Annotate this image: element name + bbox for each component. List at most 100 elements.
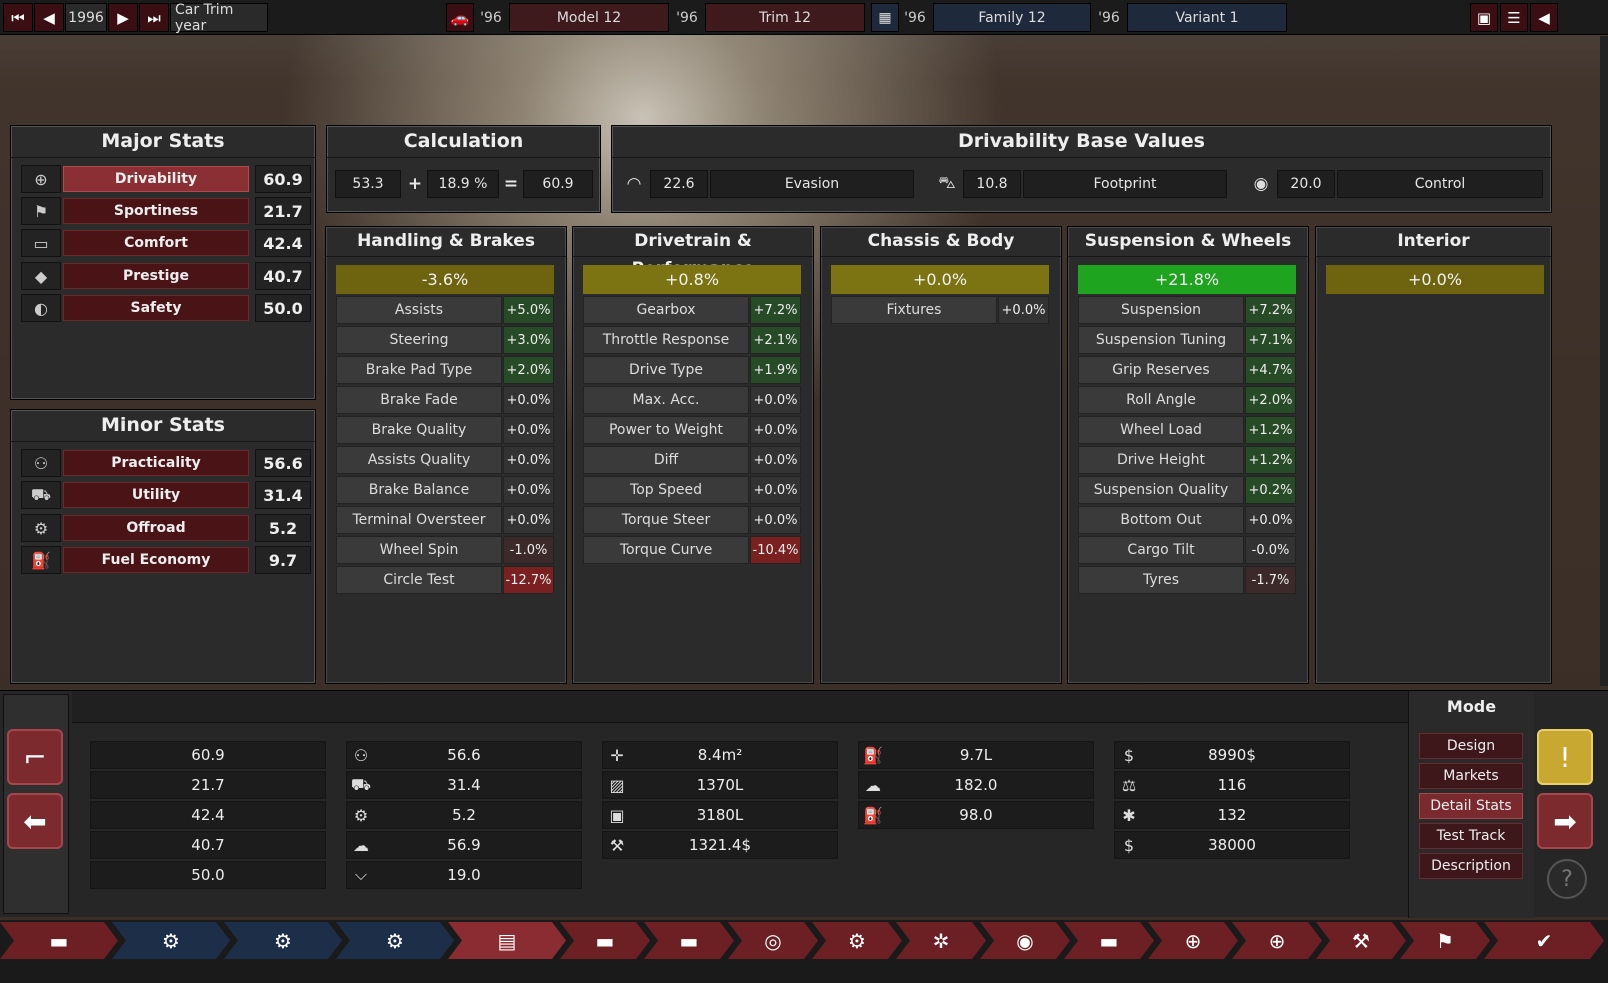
model-selector[interactable]: Model 12 [509, 3, 669, 32]
nav-frame-icon[interactable]: ▬ [644, 922, 734, 959]
mode-markets-button[interactable]: Markets [1419, 763, 1523, 789]
stat-row-utility[interactable]: ⛟ Utility 31.4 [11, 481, 317, 509]
factor-row: Gearbox +7.2% [583, 296, 801, 324]
factor-value: +7.1% [1245, 326, 1296, 354]
stat-row-offroad[interactable]: ⚙ Offroad 5.2 [11, 514, 317, 542]
back-arrow-icon[interactable]: ⬅ [7, 793, 63, 849]
nav-engine-family-icon[interactable]: ⚙ [112, 922, 230, 959]
factor-value: +2.1% [750, 326, 801, 354]
summary-value: 42.4 [90, 801, 326, 829]
year-field[interactable]: 1996 [65, 3, 107, 32]
nav-engine-tune-icon[interactable]: ⚙ [336, 922, 454, 959]
factor-value: +0.0% [750, 386, 801, 414]
practicality-button[interactable]: Practicality [63, 450, 249, 476]
graph-icon[interactable]: ⌐ [7, 729, 63, 785]
factor-row: Drive Height +1.2% [1078, 446, 1296, 474]
factor-row: Top Speed +0.0% [583, 476, 801, 504]
warning-icon[interactable]: ! [1537, 729, 1593, 785]
factor-name: Brake Quality [336, 416, 502, 444]
column-title: Interior [1316, 227, 1551, 257]
summary-value: 3180L [602, 801, 838, 829]
stat-row-drivability[interactable]: ⊕ Drivability 60.9 [11, 165, 317, 193]
summary-value: 98.0 [858, 801, 1094, 829]
stat-row-prestige[interactable]: ◆ Prestige 40.7 [11, 262, 317, 290]
nav-drivetrain-icon[interactable]: ⚙ [812, 922, 902, 959]
factor-row: Wheel Load +1.2% [1078, 416, 1296, 444]
fuel-economy-button[interactable]: Fuel Economy [63, 547, 249, 573]
nav-chassis-icon[interactable]: ▬ [560, 922, 650, 959]
camera-icon[interactable]: ▣ [1470, 3, 1498, 32]
nav-safety-icon[interactable]: ⊕ [1232, 922, 1322, 959]
family-year: '96 [904, 9, 926, 26]
next-arrow-icon[interactable]: ➡ [1537, 793, 1593, 849]
factor-name: Assists Quality [336, 446, 502, 474]
nav-interior-icon[interactable]: ⊕ [1148, 922, 1238, 959]
stat-row-practicality[interactable]: ⚇ Practicality 56.6 [11, 449, 317, 477]
offroad-button[interactable]: Offroad [63, 515, 249, 541]
utility-button[interactable]: Utility [63, 482, 249, 508]
truck-icon: ⛟ [21, 481, 61, 509]
safety-button[interactable]: Safety [63, 295, 249, 321]
next-year-icon[interactable]: ▶ [108, 3, 138, 32]
stat-row-comfort[interactable]: ▭ Comfort 42.4 [11, 229, 317, 257]
first-year-icon[interactable]: ⏮ [3, 3, 33, 32]
factor-name: Max. Acc. [583, 386, 749, 414]
nav-confirm-icon[interactable]: ✔ [1484, 922, 1604, 959]
family-selector[interactable]: Family 12 [933, 3, 1091, 32]
nav-engine-parts-icon[interactable]: ⚙ [224, 922, 342, 959]
factor-name: Suspension Tuning [1078, 326, 1244, 354]
nav-wheels-icon[interactable]: ✲ [896, 922, 986, 959]
scrollbar[interactable] [1600, 36, 1608, 686]
model-year: '96 [480, 9, 502, 26]
dimensions-icon: ✛ [610, 745, 624, 765]
summary-value: 21.7 [90, 771, 326, 799]
calc-base-value: 53.3 [335, 170, 401, 198]
factor-value: -10.4% [750, 536, 801, 564]
evasion-icon: ◠ [626, 174, 642, 194]
factor-value: +0.0% [503, 446, 554, 474]
offroad-car-icon: ⚙ [353, 805, 369, 825]
factor-value: -1.0% [503, 536, 554, 564]
trim-selector[interactable]: Trim 12 [705, 3, 865, 32]
factor-value: +2.0% [1245, 386, 1296, 414]
variant-selector[interactable]: Variant 1 [1127, 3, 1287, 32]
nav-suspension-icon[interactable]: ◎ [728, 922, 818, 959]
factor-name: Brake Balance [336, 476, 502, 504]
summary-value: 116 [1114, 771, 1350, 799]
prev-year-icon[interactable]: ◀ [34, 3, 64, 32]
comfort-value: 42.4 [255, 229, 311, 257]
stat-row-fuel-economy[interactable]: ⛽ Fuel Economy 9.7 [11, 546, 317, 574]
nav-trim-stats-icon[interactable]: ▤ [448, 922, 566, 959]
last-year-icon[interactable]: ⏭ [139, 3, 169, 32]
prestige-button[interactable]: Prestige [63, 263, 249, 289]
menu-list-icon[interactable]: ☰ [1500, 3, 1528, 32]
stat-row-sportiness[interactable]: ⚑ Sportiness 21.7 [11, 197, 317, 225]
column-title: Chassis & Body [821, 227, 1061, 257]
column-title: Handling & Brakes [326, 227, 566, 257]
stat-row-safety[interactable]: ◐ Safety 50.0 [11, 294, 317, 322]
drivability-button[interactable]: Drivability [63, 166, 249, 192]
factor-value: +3.0% [503, 326, 554, 354]
back-icon[interactable]: ◀ [1530, 3, 1558, 32]
nav-brakes-icon[interactable]: ◉ [980, 922, 1070, 959]
factor-name: Circle Test [336, 566, 502, 594]
mode-test-track-button[interactable]: Test Track [1419, 823, 1523, 849]
factor-row: Assists Quality +0.0% [336, 446, 554, 474]
nav-flag-icon[interactable]: ⚑ [1400, 922, 1490, 959]
nav-aero-icon[interactable]: ▬ [1064, 922, 1154, 959]
comfort-button[interactable]: Comfort [63, 230, 249, 256]
sportiness-button[interactable]: Sportiness [63, 198, 249, 224]
summary-value: 60.9 [90, 741, 326, 769]
mode-design-button[interactable]: Design [1419, 733, 1523, 759]
nav-car-body-icon[interactable]: ▬ [0, 922, 118, 959]
factor-name: Bottom Out [1078, 506, 1244, 534]
summary-value: 132 [1114, 801, 1350, 829]
mode-detail-stats-button[interactable]: Detail Stats [1419, 793, 1523, 819]
passengers-icon: ⚇ [21, 449, 61, 477]
summary-value: 56.6 [346, 741, 582, 769]
help-icon[interactable]: ? [1547, 859, 1587, 899]
factor-name: Drive Type [583, 356, 749, 384]
mode-description-button[interactable]: Description [1419, 853, 1523, 879]
safety-value: 50.0 [255, 294, 311, 322]
nav-testing-icon[interactable]: ⚒ [1316, 922, 1406, 959]
